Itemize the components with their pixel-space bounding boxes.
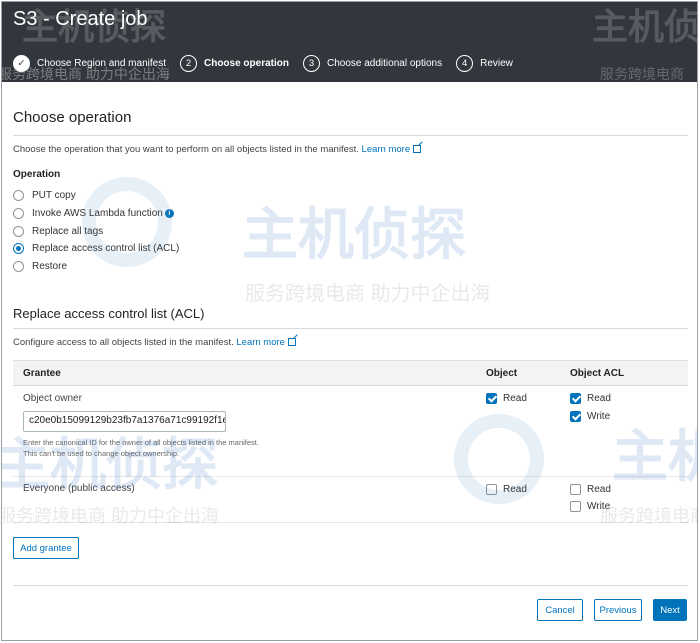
checkbox[interactable] bbox=[570, 501, 581, 512]
radio-replace-tags[interactable]: Replace all tags bbox=[13, 222, 179, 240]
step-3: 3 Choose additional options bbox=[303, 54, 443, 72]
learn-more-link[interactable]: Learn more bbox=[362, 144, 422, 155]
external-link-icon bbox=[413, 145, 422, 153]
wizard-window: S3 - Create job ✓ Choose Region and mani… bbox=[1, 1, 698, 641]
operation-description: Choose the operation that you want to pe… bbox=[13, 144, 422, 155]
page-title: S3 - Create job bbox=[13, 8, 148, 30]
everyone-acl-write[interactable]: Write bbox=[570, 501, 610, 512]
step-3-number: 3 bbox=[303, 54, 320, 72]
checkbox-label: Read bbox=[587, 393, 611, 404]
checkbox-label: Write bbox=[587, 501, 611, 512]
wizard-header: S3 - Create job ✓ Choose Region and mani… bbox=[2, 2, 697, 82]
radio-put-copy[interactable]: PUT copy bbox=[13, 187, 179, 205]
owner-object-read[interactable]: Read bbox=[486, 393, 527, 404]
wizard-steps: ✓ Choose Region and manifest 2 Choose op… bbox=[13, 53, 527, 73]
divider bbox=[13, 585, 688, 586]
step-4: 4 Review bbox=[456, 54, 513, 72]
column-object-acl: Object ACL bbox=[570, 368, 625, 379]
radio-button[interactable] bbox=[13, 208, 24, 220]
radio-button[interactable] bbox=[13, 225, 24, 237]
checkbox-checked[interactable] bbox=[486, 393, 497, 404]
acl-learn-more-link[interactable]: Learn more bbox=[236, 337, 296, 348]
step-2: 2 Choose operation bbox=[179, 54, 289, 72]
column-grantee: Grantee bbox=[23, 368, 61, 379]
checkbox[interactable] bbox=[570, 484, 581, 495]
owner-acl-write[interactable]: Write bbox=[570, 411, 610, 422]
step-1-label: Choose Region and manifest bbox=[37, 57, 166, 69]
radio-restore[interactable]: Restore bbox=[13, 258, 179, 276]
check-icon: ✓ bbox=[13, 54, 30, 72]
choose-operation-heading: Choose operation bbox=[13, 109, 132, 126]
step-4-label: Review bbox=[480, 57, 513, 69]
radio-label: Replace all tags bbox=[32, 225, 104, 237]
column-object: Object bbox=[486, 368, 518, 379]
info-icon[interactable]: i bbox=[164, 209, 174, 219]
everyone-object-read[interactable]: Read bbox=[486, 484, 527, 495]
checkbox-label: Read bbox=[503, 393, 527, 404]
divider bbox=[13, 135, 688, 136]
radio-label: Invoke AWS Lambda function bbox=[32, 208, 163, 220]
step-3-label: Choose additional options bbox=[327, 57, 443, 69]
ownership-hint: This can't be used to change object owne… bbox=[23, 449, 180, 458]
checkbox-label: Read bbox=[587, 484, 611, 495]
acl-heading: Replace access control list (ACL) bbox=[13, 306, 205, 321]
radio-replace-acl[interactable]: Replace access control list (ACL) bbox=[13, 240, 179, 258]
previous-button[interactable]: Previous bbox=[594, 599, 642, 621]
step-4-number: 4 bbox=[456, 54, 474, 72]
add-grantee-button[interactable]: Add grantee bbox=[13, 537, 79, 559]
checkbox-checked[interactable] bbox=[570, 393, 581, 404]
step-1[interactable]: ✓ Choose Region and manifest bbox=[13, 54, 166, 72]
radio-label: Replace access control list (ACL) bbox=[32, 243, 180, 255]
canonical-id-input[interactable]: c20e0b15099129b23fb7a1376a71c99192f1e bbox=[23, 411, 226, 432]
cancel-button[interactable]: Cancel bbox=[537, 599, 583, 621]
operation-description-text: Choose the operation that you want to pe… bbox=[13, 144, 359, 155]
everyone-acl-read[interactable]: Read bbox=[570, 484, 611, 495]
operation-label: Operation bbox=[13, 169, 61, 180]
checkbox-label: Read bbox=[503, 484, 527, 495]
step-2-label: Choose operation bbox=[203, 57, 289, 69]
grantee-object-owner: Object owner bbox=[23, 393, 82, 404]
radio-button-selected[interactable] bbox=[13, 243, 24, 255]
grantee-everyone: Everyone (public access) bbox=[23, 483, 135, 494]
radio-invoke-lambda[interactable]: Invoke AWS Lambda function i bbox=[13, 205, 179, 223]
external-link-icon bbox=[287, 338, 296, 346]
acl-description-text: Configure access to all objects listed i… bbox=[13, 337, 234, 348]
acl-table-header: Grantee Object Object ACL bbox=[13, 360, 688, 386]
step-2-number: 2 bbox=[179, 54, 197, 72]
radio-button[interactable] bbox=[13, 261, 24, 273]
owner-acl-read[interactable]: Read bbox=[570, 393, 611, 404]
canonical-id-hint: Enter the canonical ID for the owner of … bbox=[23, 438, 259, 447]
checkbox[interactable] bbox=[486, 484, 497, 495]
operation-radio-group: PUT copy Invoke AWS Lambda function i Re… bbox=[13, 187, 179, 275]
learn-more-label: Learn more bbox=[361, 144, 411, 155]
radio-button[interactable] bbox=[13, 190, 24, 202]
next-button[interactable]: Next bbox=[653, 599, 687, 621]
radio-label: PUT copy bbox=[32, 190, 76, 202]
divider bbox=[13, 328, 688, 329]
checkbox-label: Write bbox=[587, 411, 611, 422]
learn-more-label: Learn more bbox=[236, 337, 285, 348]
acl-description: Configure access to all objects listed i… bbox=[13, 337, 296, 348]
radio-label: Restore bbox=[32, 261, 68, 273]
checkbox-checked[interactable] bbox=[570, 411, 581, 422]
main-content: Choose operation Choose the operation th… bbox=[13, 82, 688, 640]
